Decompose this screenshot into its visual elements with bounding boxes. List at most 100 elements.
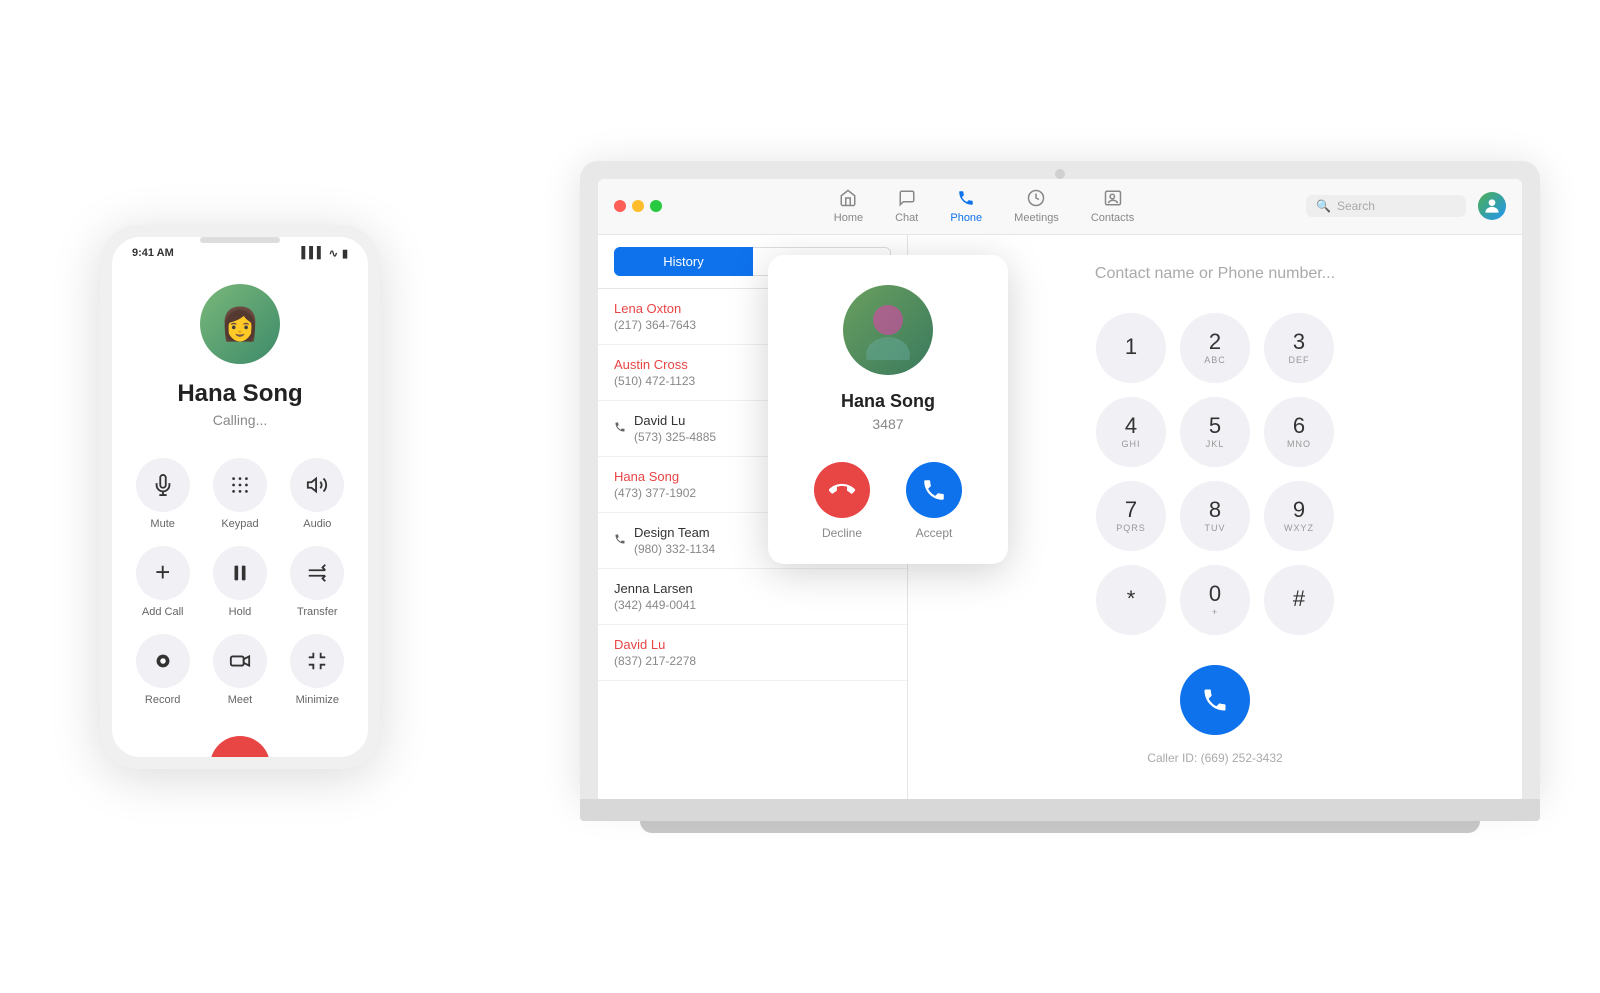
home-icon	[839, 189, 857, 210]
phone-nav-icon	[957, 189, 975, 210]
transfer-icon-circle	[290, 546, 344, 600]
incoming-call-actions: Decline Accept	[814, 462, 962, 540]
audio-label: Audio	[303, 518, 331, 530]
dial-num-star: *	[1127, 588, 1136, 610]
nav-chat[interactable]: Chat	[895, 189, 918, 224]
user-avatar[interactable]	[1478, 192, 1506, 220]
mute-icon	[152, 474, 174, 496]
laptop-base	[580, 799, 1540, 821]
laptop: Home Chat	[580, 161, 1540, 833]
call-item-jenna[interactable]: Jenna Larsen (342) 449-0041	[598, 569, 907, 625]
transfer-button[interactable]: Transfer	[287, 546, 348, 618]
phone-label: Phone	[950, 212, 982, 224]
laptop-screen: Home Chat	[598, 179, 1522, 799]
accept-call-button[interactable]: Accept	[906, 462, 962, 540]
traffic-lights	[614, 200, 662, 212]
dial-btn-hash[interactable]: #	[1264, 565, 1334, 635]
dial-letters-8: TUV	[1205, 523, 1226, 533]
accept-label: Accept	[916, 526, 953, 540]
titlebar: Home Chat	[598, 179, 1522, 235]
dial-num-hash: #	[1293, 588, 1305, 610]
transfer-icon	[306, 562, 328, 584]
record-button[interactable]: Record	[132, 634, 193, 706]
minimize-icon	[306, 650, 328, 672]
dial-letters-2: ABC	[1204, 355, 1226, 365]
meetings-icon	[1027, 189, 1045, 210]
decline-label: Decline	[822, 526, 862, 540]
hold-label: Hold	[229, 606, 252, 618]
laptop-body: Home Chat	[580, 161, 1540, 799]
dial-btn-1[interactable]: 1	[1096, 313, 1166, 383]
maximize-button[interactable]	[650, 200, 662, 212]
meet-icon-circle	[213, 634, 267, 688]
dial-btn-5[interactable]: 5 JKL	[1180, 397, 1250, 467]
contacts-label: Contacts	[1091, 212, 1134, 224]
dial-letters-3: DEF	[1289, 355, 1310, 365]
nav-home[interactable]: Home	[834, 189, 863, 224]
dial-btn-4[interactable]: 4 GHI	[1096, 397, 1166, 467]
add-call-label: Add Call	[142, 606, 184, 618]
phone-number-input[interactable]: Contact name or Phone number...	[1095, 265, 1335, 283]
mobile-phone: 9:41 AM ▌▌▌ ∿ ▮ 👩 Hana Song Calling...	[100, 225, 380, 769]
nav-tabs: Home Chat	[674, 189, 1294, 224]
minimize-window-button[interactable]	[632, 200, 644, 212]
minimize-button[interactable]: Minimize	[287, 634, 348, 706]
call-icon-design	[614, 533, 626, 548]
close-button[interactable]	[614, 200, 626, 212]
meet-button[interactable]: Meet	[209, 634, 270, 706]
search-icon: 🔍	[1316, 199, 1331, 213]
meet-label: Meet	[228, 694, 252, 706]
dial-btn-8[interactable]: 8 TUV	[1180, 481, 1250, 551]
contacts-svg	[1104, 189, 1122, 207]
dial-btn-0[interactable]: 0 +	[1180, 565, 1250, 635]
dial-btn-2[interactable]: 2 ABC	[1180, 313, 1250, 383]
incoming-caller-ext: 3487	[872, 416, 903, 432]
meetings-label: Meetings	[1014, 212, 1059, 224]
hold-button[interactable]: Hold	[209, 546, 270, 618]
add-call-button[interactable]: + Add Call	[132, 546, 193, 618]
mute-button[interactable]: Mute	[132, 458, 193, 530]
make-call-button[interactable]	[1180, 665, 1250, 735]
laptop-camera	[1055, 169, 1065, 179]
phone-caller-status: Calling...	[213, 412, 267, 428]
keypad-icon-circle	[213, 458, 267, 512]
record-label: Record	[145, 694, 180, 706]
record-icon-circle	[136, 634, 190, 688]
decline-call-button[interactable]: Decline	[814, 462, 870, 540]
call-info-david2: David Lu (837) 217-2278	[614, 637, 891, 668]
nav-phone[interactable]: Phone	[950, 189, 982, 224]
phone-pill	[200, 237, 280, 243]
minimize-icon-circle	[290, 634, 344, 688]
keypad-label: Keypad	[221, 518, 258, 530]
keypad-icon	[229, 474, 251, 496]
history-tab[interactable]: History	[614, 247, 753, 276]
phone-svg	[957, 189, 975, 207]
dial-btn-9[interactable]: 9 WXYZ	[1264, 481, 1334, 551]
dial-btn-star[interactable]: *	[1096, 565, 1166, 635]
search-bar[interactable]: 🔍 Search	[1306, 195, 1466, 217]
laptop-foot	[640, 821, 1480, 833]
nav-meetings[interactable]: Meetings	[1014, 189, 1059, 224]
phone-signals: ▌▌▌ ∿ ▮	[301, 247, 348, 260]
phone-actions-grid: Mute Keypad	[132, 458, 348, 706]
audio-icon-circle	[290, 458, 344, 512]
end-call-button[interactable]	[210, 736, 270, 757]
accept-icon-circle	[906, 462, 962, 518]
dial-letters-4: GHI	[1121, 439, 1140, 449]
call-item-david-lu-2[interactable]: David Lu (837) 217-2278	[598, 625, 907, 681]
dial-btn-3[interactable]: 3 DEF	[1264, 313, 1334, 383]
phone-screen: 9:41 AM ▌▌▌ ∿ ▮ 👩 Hana Song Calling...	[112, 237, 368, 757]
dial-letters-7: PQRS	[1116, 523, 1146, 533]
phone-time: 9:41 AM	[132, 247, 174, 259]
incoming-caller-name: Hana Song	[841, 391, 935, 412]
dial-btn-6[interactable]: 6 MNO	[1264, 397, 1334, 467]
dial-num-1: 1	[1125, 336, 1137, 358]
dial-num-5: 5	[1209, 415, 1221, 437]
chat-icon	[898, 189, 916, 210]
keypad-button[interactable]: Keypad	[209, 458, 270, 530]
dial-num-2: 2	[1209, 331, 1221, 353]
dial-btn-7[interactable]: 7 PQRS	[1096, 481, 1166, 551]
audio-button[interactable]: Audio	[287, 458, 348, 530]
audio-icon	[306, 474, 328, 496]
nav-contacts[interactable]: Contacts	[1091, 189, 1134, 224]
